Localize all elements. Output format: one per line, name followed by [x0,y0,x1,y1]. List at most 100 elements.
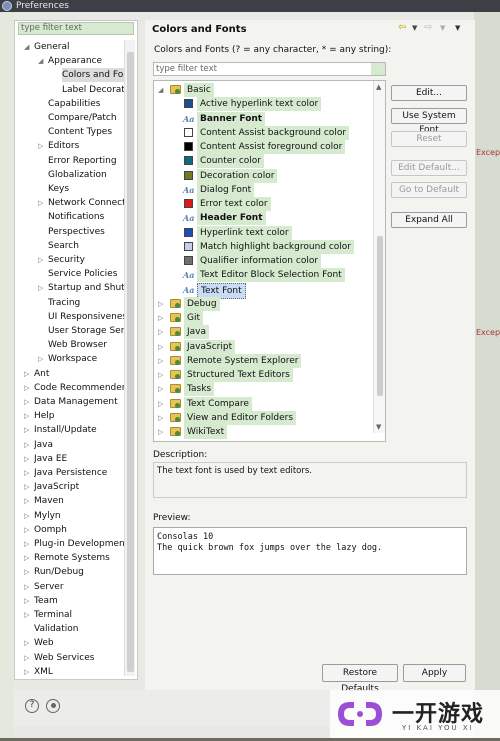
tree-item[interactable]: Ant [34,367,124,381]
scroll-up-icon[interactable]: ▲ [376,83,381,91]
collapsed-arrow-icon[interactable]: ▷ [24,537,29,551]
tree-item[interactable]: Colors and Fonts [62,68,124,83]
tree-item[interactable]: Perspectives [48,225,124,239]
collapsed-arrow-icon[interactable]: ▷ [38,352,43,366]
collapsed-arrow-icon[interactable]: ▷ [38,196,43,210]
restore-defaults-button[interactable]: Restore Defaults [322,664,398,694]
use-system-font-button[interactable]: Use System Font [391,108,467,135]
collapsed-arrow-icon[interactable]: ▷ [24,409,29,423]
collapsed-arrow-icon[interactable]: ▷ [24,438,29,452]
edit-default-button[interactable]: Edit Default... [391,160,467,176]
collapsed-arrow-icon[interactable]: ▷ [24,452,29,466]
tree-item[interactable]: Editors [48,139,124,153]
view-menu-icon[interactable]: ▼ [455,24,460,32]
collapsed-arrow-icon[interactable]: ▷ [24,423,29,437]
tree-item[interactable]: Terminal [34,608,124,622]
collapsed-arrow-icon[interactable]: ▷ [38,281,43,295]
collapsed-arrow-icon[interactable]: ▷ [24,651,29,665]
tree-item[interactable]: Capabilities [48,97,124,111]
collapsed-arrow-icon[interactable]: ▷ [24,636,29,650]
tree-item[interactable]: Run/Debug [34,565,124,579]
scroll-down-icon[interactable]: ▼ [376,423,381,431]
tree-item[interactable]: Content Types [48,125,124,139]
tree-item[interactable]: Plug-in Development [34,537,124,551]
collapsed-arrow-icon[interactable]: ▷ [24,608,29,622]
go-to-default-button[interactable]: Go to Default [391,182,467,198]
back-dropdown-icon[interactable]: ▼ [412,24,417,32]
tree-item[interactable]: Globalization [48,168,124,182]
tree-item[interactable]: Mylyn [34,509,124,523]
tree-item[interactable]: Security [48,253,124,267]
collapsed-arrow-icon[interactable]: ▷ [24,395,29,409]
colors-tree-scrollbar[interactable]: ▲ ▼ [373,81,385,433]
tree-item[interactable]: Startup and Shutdown [48,281,124,295]
tree-item[interactable]: Java Persistence [34,466,124,480]
collapsed-arrow-icon[interactable]: ▷ [158,311,163,325]
tree-item[interactable]: Workspace [48,352,124,366]
tree-item[interactable]: Maven [34,494,124,508]
tree-scrollbar[interactable] [124,40,135,676]
collapsed-arrow-icon[interactable]: ▷ [158,354,163,368]
tree-item[interactable]: JavaScript [34,480,124,494]
collapsed-arrow-icon[interactable]: ▷ [38,139,43,153]
tree-item[interactable]: Install/Update [34,423,124,437]
scrollbar-thumb[interactable] [377,236,383,396]
expand-all-button[interactable]: Expand All [391,212,467,228]
collapsed-arrow-icon[interactable]: ▷ [24,480,29,494]
collapsed-arrow-icon[interactable]: ▷ [24,665,29,679]
colors-filter-input[interactable]: type filter text [153,62,386,76]
tree-item[interactable]: Java EE [34,452,124,466]
tree-item[interactable]: Appearance [48,54,124,68]
tree-item[interactable]: Remote Systems [34,551,124,565]
tree-filter-input[interactable]: type filter text [18,22,134,35]
collapsed-arrow-icon[interactable]: ▷ [24,367,29,381]
collapsed-arrow-icon[interactable]: ▷ [38,253,43,267]
collapsed-arrow-icon[interactable]: ▷ [24,580,29,594]
collapsed-arrow-icon[interactable]: ▷ [158,368,163,382]
collapsed-arrow-icon[interactable]: ▷ [24,565,29,579]
collapsed-arrow-icon[interactable]: ▷ [158,325,163,339]
tree-item[interactable]: Help [34,409,124,423]
scrollbar-thumb[interactable] [127,52,134,672]
tree-item[interactable]: Team [34,594,124,608]
tree-item[interactable]: Keys [48,182,124,196]
collapsed-arrow-icon[interactable]: ▷ [24,594,29,608]
collapsed-arrow-icon[interactable]: ▷ [24,509,29,523]
import-export-icon[interactable] [46,699,60,713]
tree-item[interactable]: UI Responsiveness [48,310,124,324]
edit-button[interactable]: Edit... [391,85,467,101]
tree-item[interactable]: General [34,40,124,54]
apply-button[interactable]: Apply [403,664,466,682]
tree-item[interactable]: Oomph [34,523,124,537]
tree-item[interactable]: Network Connections [48,196,124,210]
tree-item[interactable]: Compare/Patch [48,111,124,125]
collapsed-arrow-icon[interactable]: ▷ [24,381,29,395]
collapsed-arrow-icon[interactable]: ▷ [24,523,29,537]
tree-item[interactable]: Search [48,239,124,253]
expanded-arrow-icon[interactable]: ◢ [38,54,43,68]
forward-dropdown-icon[interactable]: ▼ [440,24,445,32]
reset-button[interactable]: Reset [391,131,467,147]
collapsed-arrow-icon[interactable]: ▷ [24,494,29,508]
collapsed-arrow-icon[interactable]: ▷ [158,425,163,439]
tree-item[interactable]: User Storage Service [48,324,124,338]
help-icon[interactable]: ? [25,699,39,713]
tree-item[interactable]: Code Recommenders [34,381,124,395]
tree-item[interactable]: Web [34,636,124,650]
collapsed-arrow-icon[interactable]: ▷ [158,411,163,425]
tree-item[interactable]: Data Management [34,395,124,409]
tree-item[interactable]: Java [34,438,124,452]
tree-item[interactable]: Service Policies [48,267,124,281]
collapsed-arrow-icon[interactable]: ▷ [158,297,163,311]
tree-item[interactable]: Web Services [34,651,124,665]
tree-item[interactable]: Server [34,580,124,594]
collapsed-arrow-icon[interactable]: ▷ [158,382,163,396]
colors-fonts-tree[interactable]: ◢ Basic Active hyperlink text color Aa Banne… [153,80,386,442]
tree-item[interactable]: Notifications [48,210,124,224]
tree-item[interactable]: Label Decorations [62,83,124,97]
collapsed-arrow-icon[interactable]: ▷ [24,466,29,480]
collapsed-arrow-icon[interactable]: ▷ [158,340,163,354]
expanded-arrow-icon[interactable]: ◢ [24,40,29,54]
back-arrow-icon[interactable]: ⇦ [398,22,406,33]
tree-item[interactable]: XML [34,665,124,679]
